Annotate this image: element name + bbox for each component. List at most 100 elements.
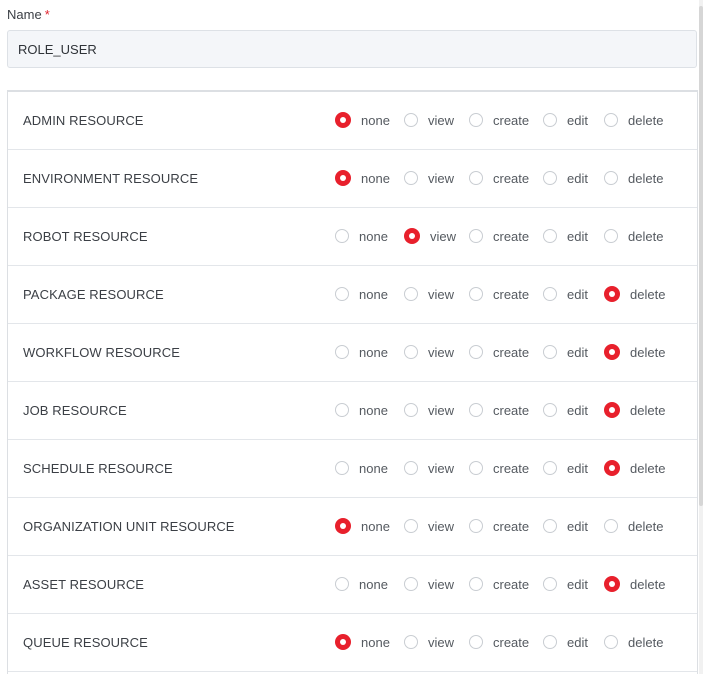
radio-button-create[interactable] [469,287,483,301]
radio-option-view[interactable]: view [404,266,454,323]
radio-button-delete[interactable] [604,460,620,476]
radio-button-view[interactable] [404,519,418,533]
radio-option-edit[interactable]: edit [543,92,588,149]
radio-button-view[interactable] [404,171,418,185]
radio-button-delete[interactable] [604,171,618,185]
radio-option-none[interactable]: none [335,614,390,671]
radio-button-edit[interactable] [543,287,557,301]
radio-option-none[interactable]: none [335,498,390,555]
radio-button-edit[interactable] [543,345,557,359]
radio-option-create[interactable]: create [469,150,529,207]
radio-button-none[interactable] [335,461,349,475]
radio-button-delete[interactable] [604,113,618,127]
radio-option-edit[interactable]: edit [543,614,588,671]
radio-button-create[interactable] [469,577,483,591]
radio-button-edit[interactable] [543,403,557,417]
radio-option-edit[interactable]: edit [543,440,588,497]
scrollbar-thumb[interactable] [699,6,703,506]
radio-button-delete[interactable] [604,229,618,243]
radio-option-none[interactable]: none [335,556,388,613]
radio-button-none[interactable] [335,403,349,417]
radio-button-create[interactable] [469,171,483,185]
radio-option-create[interactable]: create [469,382,529,439]
radio-option-delete[interactable]: delete [604,92,663,149]
radio-button-delete[interactable] [604,344,620,360]
radio-option-edit[interactable]: edit [543,498,588,555]
radio-option-none[interactable]: none [335,266,388,323]
radio-button-view[interactable] [404,228,420,244]
radio-button-edit[interactable] [543,229,557,243]
radio-button-view[interactable] [404,345,418,359]
radio-option-none[interactable]: none [335,440,388,497]
radio-option-create[interactable]: create [469,208,529,265]
radio-option-delete[interactable]: delete [604,150,663,207]
radio-option-delete[interactable]: delete [604,266,665,323]
radio-button-none[interactable] [335,577,349,591]
radio-button-edit[interactable] [543,577,557,591]
radio-option-create[interactable]: create [469,440,529,497]
radio-option-create[interactable]: create [469,614,529,671]
radio-option-view[interactable]: view [404,614,454,671]
radio-option-view[interactable]: view [404,556,454,613]
radio-button-edit[interactable] [543,519,557,533]
radio-option-view[interactable]: view [404,92,454,149]
radio-option-delete[interactable]: delete [604,498,663,555]
radio-option-view[interactable]: view [404,324,454,381]
radio-button-create[interactable] [469,635,483,649]
radio-option-edit[interactable]: edit [543,324,588,381]
radio-button-view[interactable] [404,577,418,591]
radio-option-edit[interactable]: edit [543,266,588,323]
radio-button-none[interactable] [335,518,351,534]
radio-option-create[interactable]: create [469,556,529,613]
radio-button-create[interactable] [469,345,483,359]
radio-option-delete[interactable]: delete [604,324,665,381]
radio-option-view[interactable]: view [404,150,454,207]
radio-button-none[interactable] [335,345,349,359]
radio-button-none[interactable] [335,112,351,128]
radio-button-edit[interactable] [543,113,557,127]
radio-option-delete[interactable]: delete [604,382,665,439]
radio-button-none[interactable] [335,634,351,650]
role-name-input[interactable] [7,30,697,68]
radio-option-view[interactable]: view [404,382,454,439]
radio-option-edit[interactable]: edit [543,382,588,439]
radio-button-view[interactable] [404,635,418,649]
radio-button-create[interactable] [469,461,483,475]
radio-button-none[interactable] [335,170,351,186]
radio-option-create[interactable]: create [469,324,529,381]
radio-button-create[interactable] [469,519,483,533]
radio-option-none[interactable]: none [335,150,390,207]
radio-option-view[interactable]: view [404,440,454,497]
radio-option-none[interactable]: none [335,208,388,265]
radio-button-edit[interactable] [543,171,557,185]
radio-button-create[interactable] [469,403,483,417]
radio-option-edit[interactable]: edit [543,208,588,265]
radio-option-none[interactable]: none [335,382,388,439]
radio-button-view[interactable] [404,113,418,127]
radio-option-delete[interactable]: delete [604,556,665,613]
radio-option-edit[interactable]: edit [543,556,588,613]
radio-button-delete[interactable] [604,635,618,649]
radio-option-delete[interactable]: delete [604,440,665,497]
radio-option-create[interactable]: create [469,266,529,323]
radio-button-delete[interactable] [604,286,620,302]
radio-button-edit[interactable] [543,635,557,649]
radio-option-view[interactable]: view [404,498,454,555]
radio-button-view[interactable] [404,403,418,417]
radio-button-none[interactable] [335,287,349,301]
radio-button-delete[interactable] [604,402,620,418]
radio-option-none[interactable]: none [335,92,390,149]
radio-option-delete[interactable]: delete [604,208,663,265]
radio-button-create[interactable] [469,229,483,243]
radio-option-delete[interactable]: delete [604,614,663,671]
radio-option-create[interactable]: create [469,498,529,555]
radio-option-none[interactable]: none [335,324,388,381]
radio-option-create[interactable]: create [469,92,529,149]
radio-button-create[interactable] [469,113,483,127]
radio-button-delete[interactable] [604,519,618,533]
radio-button-view[interactable] [404,287,418,301]
radio-button-edit[interactable] [543,461,557,475]
radio-option-view[interactable]: view [404,208,456,265]
radio-button-none[interactable] [335,229,349,243]
radio-option-edit[interactable]: edit [543,150,588,207]
